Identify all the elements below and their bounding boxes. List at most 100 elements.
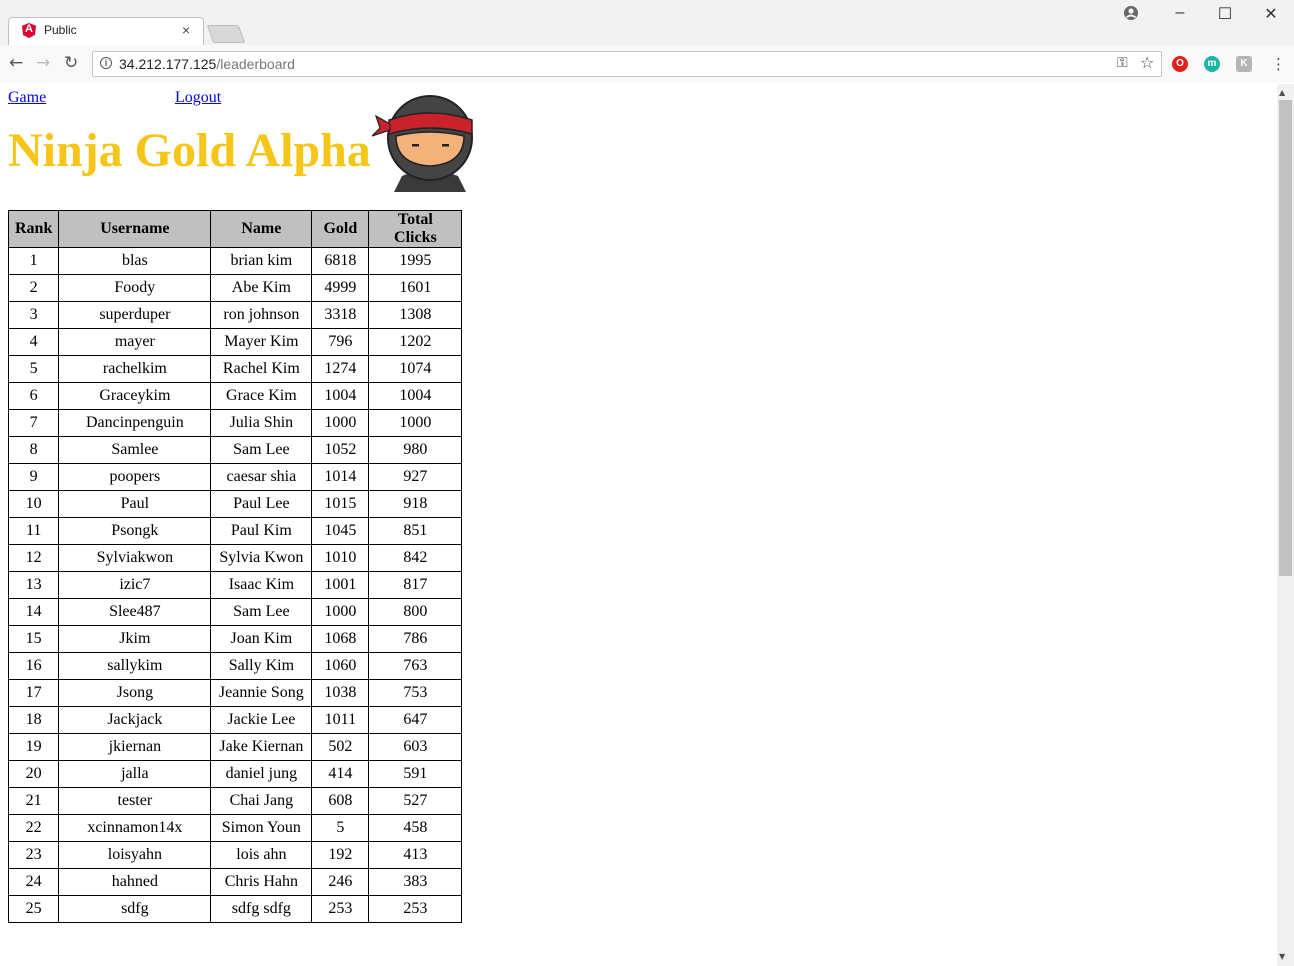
table-header-row: Rank Username Name Gold Total Clicks: [7, 210, 463, 248]
table-row: 6 Graceykim Grace Kim 1004 1004: [7, 382, 463, 410]
page-title: Ninja Gold Alpha: [8, 124, 371, 177]
cell-total-clicks: 413: [368, 841, 463, 869]
cell-rank: 6: [7, 382, 60, 410]
close-window-button[interactable]: ✕: [1256, 4, 1286, 24]
cell-total-clicks: 383: [368, 868, 463, 896]
profile-icon[interactable]: [1123, 5, 1139, 21]
back-icon[interactable]: ←: [9, 53, 23, 73]
table-row: 11 Psongk Paul Kim 1045 851: [7, 517, 463, 545]
k-extension-icon[interactable]: K: [1236, 56, 1252, 72]
header-rank: Rank: [7, 210, 60, 248]
cell-total-clicks: 1000: [368, 409, 463, 437]
cell-gold: 796: [311, 328, 370, 356]
cell-rank: 15: [7, 625, 60, 653]
cell-username: Psongk: [58, 517, 212, 545]
cell-rank: 25: [7, 895, 60, 923]
header-total-clicks: Total Clicks: [368, 210, 463, 248]
cell-total-clicks: 980: [368, 436, 463, 464]
opera-extension-icon[interactable]: O: [1172, 56, 1188, 72]
cell-rank: 10: [7, 490, 60, 518]
cell-total-clicks: 842: [368, 544, 463, 572]
scroll-thumb[interactable]: [1279, 100, 1292, 576]
header-name: Name: [210, 210, 313, 248]
new-tab-button[interactable]: [206, 25, 246, 43]
cell-rank: 8: [7, 436, 60, 464]
scroll-up-icon[interactable]: ▲: [1279, 88, 1285, 97]
cell-gold: 414: [311, 760, 370, 788]
cell-total-clicks: 763: [368, 652, 463, 680]
cell-name: Joan Kim: [210, 625, 313, 653]
m-extension-icon[interactable]: m: [1204, 56, 1220, 72]
key-icon[interactable]: ⚿: [1117, 55, 1128, 71]
cell-name: Rachel Kim: [210, 355, 313, 383]
info-icon[interactable]: i: [100, 57, 112, 69]
game-link[interactable]: Game: [8, 89, 46, 107]
cell-rank: 22: [7, 814, 60, 842]
cell-total-clicks: 647: [368, 706, 463, 734]
cell-username: superduper: [58, 301, 212, 329]
cell-gold: 4999: [311, 274, 370, 302]
minimize-button[interactable]: –: [1165, 4, 1195, 22]
table-row: 13 izic7 Isaac Kim 1001 817: [7, 571, 463, 599]
leaderboard-table: Rank Username Name Gold Total Clicks 1 bl…: [7, 210, 463, 923]
table-row: 20 jalla daniel jung 414 591: [7, 760, 463, 788]
cell-gold: 1015: [311, 490, 370, 518]
cell-username: sallykim: [58, 652, 212, 680]
star-icon[interactable]: ☆: [1140, 53, 1154, 72]
cell-rank: 16: [7, 652, 60, 680]
cell-total-clicks: 753: [368, 679, 463, 707]
cell-gold: 1038: [311, 679, 370, 707]
cell-name: Julia Shin: [210, 409, 313, 437]
cell-rank: 1: [7, 247, 60, 275]
cell-total-clicks: 527: [368, 787, 463, 815]
cell-rank: 4: [7, 328, 60, 356]
cell-name: Paul Lee: [210, 490, 313, 518]
table-row: 3 superduper ron johnson 3318 1308: [7, 301, 463, 329]
cell-total-clicks: 591: [368, 760, 463, 788]
cell-gold: 502: [311, 733, 370, 761]
cell-total-clicks: 817: [368, 571, 463, 599]
forward-icon[interactable]: →: [36, 53, 50, 73]
table-row: 18 Jackjack Jackie Lee 1011 647: [7, 706, 463, 734]
table-row: 9 poopers caesar shia 1014 927: [7, 463, 463, 491]
cell-rank: 21: [7, 787, 60, 815]
cell-gold: 1000: [311, 409, 370, 437]
cell-username: poopers: [58, 463, 212, 491]
cell-total-clicks: 1074: [368, 355, 463, 383]
cell-username: rachelkim: [58, 355, 212, 383]
url-text[interactable]: 34.212.177.125/leaderboard: [119, 56, 295, 72]
cell-name: Jackie Lee: [210, 706, 313, 734]
cell-rank: 23: [7, 841, 60, 869]
url-host: 34.212.177.125: [119, 56, 217, 72]
cell-gold: 5: [311, 814, 370, 842]
cell-gold: 246: [311, 868, 370, 896]
logout-link[interactable]: Logout: [175, 89, 221, 107]
cell-username: tester: [58, 787, 212, 815]
table-row: 23 loisyahn lois ahn 192 413: [7, 841, 463, 869]
cell-total-clicks: 927: [368, 463, 463, 491]
cell-name: Isaac Kim: [210, 571, 313, 599]
scroll-down-icon[interactable]: ▼: [1279, 952, 1285, 961]
cell-username: Foody: [58, 274, 212, 302]
tab-close-icon[interactable]: ×: [182, 22, 190, 38]
cell-gold: 1052: [311, 436, 370, 464]
cell-username: Slee487: [58, 598, 212, 626]
table-row: 24 hahned Chris Hahn 246 383: [7, 868, 463, 896]
cell-total-clicks: 1995: [368, 247, 463, 275]
reload-icon[interactable]: ↻: [64, 53, 78, 73]
browser-tab[interactable]: [8, 17, 204, 45]
cell-rank: 2: [7, 274, 60, 302]
maximize-button[interactable]: ☐: [1210, 4, 1240, 24]
table-row: 7 Dancinpenguin Julia Shin 1000 1000: [7, 409, 463, 437]
table-row: 21 tester Chai Jang 608 527: [7, 787, 463, 815]
menu-icon[interactable]: ⋮: [1271, 55, 1286, 73]
url-path: /leaderboard: [216, 56, 295, 72]
cell-gold: 1010: [311, 544, 370, 572]
cell-rank: 5: [7, 355, 60, 383]
cell-gold: 608: [311, 787, 370, 815]
table-row: 14 Slee487 Sam Lee 1000 800: [7, 598, 463, 626]
table-row: 2 Foody Abe Kim 4999 1601: [7, 274, 463, 302]
cell-username: blas: [58, 247, 212, 275]
cell-total-clicks: 1004: [368, 382, 463, 410]
cell-total-clicks: 1202: [368, 328, 463, 356]
